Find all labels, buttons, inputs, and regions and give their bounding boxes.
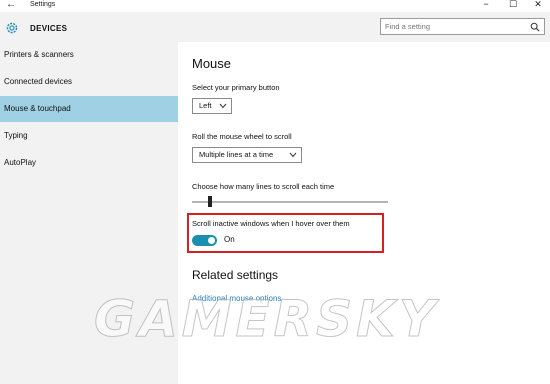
minimize-button[interactable]: −: [478, 0, 494, 9]
search-icon[interactable]: [530, 22, 540, 32]
scroll-mode-value: Multiple lines at a time: [199, 150, 274, 159]
header-bar: Find a setting: [178, 12, 550, 42]
close-button[interactable]: ✕: [530, 0, 546, 10]
page-title: Mouse: [192, 56, 232, 71]
related-settings-title: Related settings: [192, 268, 279, 282]
scroll-lines-slider-thumb[interactable]: [208, 196, 212, 207]
watermark: GAMERSKY: [93, 290, 440, 349]
window-title: Settings: [30, 1, 56, 8]
maximize-button[interactable]: ☐: [505, 0, 521, 10]
sidebar-item-mouse-touchpad[interactable]: Mouse & touchpad: [0, 96, 178, 122]
scroll-mode-label: Roll the mouse wheel to scroll: [192, 132, 292, 141]
chevron-down-icon: [289, 152, 297, 158]
primary-button-value: Left: [199, 101, 212, 110]
scroll-lines-slider-track[interactable]: [192, 201, 388, 203]
title-bar: ← Settings − ☐ ✕: [0, 0, 550, 12]
toggle-state-label: On: [224, 235, 235, 244]
sidebar-item-printers-scanners[interactable]: Printers & scanners: [0, 42, 178, 68]
back-arrow-icon[interactable]: ←: [6, 0, 16, 10]
sidebar-item-connected-devices[interactable]: Connected devices: [0, 69, 178, 95]
gear-icon: [6, 22, 18, 34]
scroll-mode-dropdown[interactable]: Multiple lines at a time: [192, 147, 302, 163]
search-placeholder: Find a setting: [385, 22, 431, 31]
search-input[interactable]: Find a setting: [380, 18, 545, 35]
primary-button-label: Select your primary button: [192, 83, 280, 92]
inactive-scroll-label: Scroll inactive windows when I hover ove…: [192, 219, 350, 228]
sidebar-item-typing[interactable]: Typing: [0, 123, 178, 149]
inactive-scroll-toggle[interactable]: [192, 235, 217, 246]
primary-button-dropdown[interactable]: Left: [192, 98, 232, 114]
section-title: DEVICES: [30, 24, 68, 33]
chevron-down-icon: [219, 103, 227, 109]
sidebar-item-autoplay[interactable]: AutoPlay: [0, 150, 178, 176]
scroll-lines-label: Choose how many lines to scroll each tim…: [192, 182, 335, 191]
toggle-knob: [208, 237, 215, 244]
